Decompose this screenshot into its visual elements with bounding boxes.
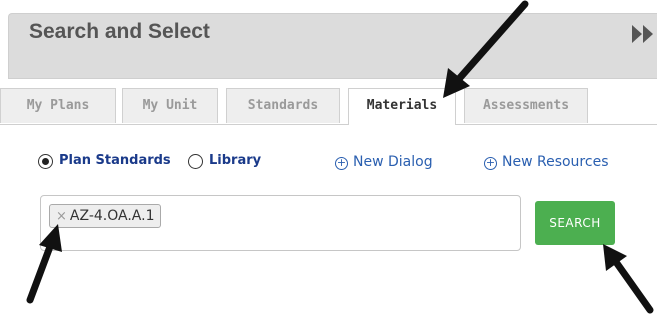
annotation-arrows <box>26 0 654 314</box>
search-and-select-panel: Search and Select My Plans My Unit Stand… <box>0 0 657 334</box>
arrow-icon <box>26 224 62 304</box>
arrow-icon <box>603 244 654 314</box>
arrow-icon <box>443 0 529 98</box>
